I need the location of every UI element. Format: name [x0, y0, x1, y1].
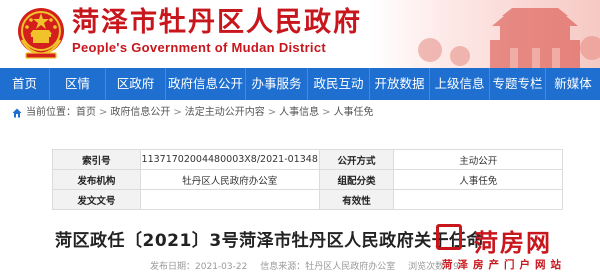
watermark-text: 菏房网: [474, 229, 552, 257]
nav-item-gov-info-disclosure[interactable]: 政府信息公开: [166, 68, 246, 100]
national-emblem-icon: [18, 8, 64, 59]
nav-item-home[interactable]: 首页: [0, 68, 50, 100]
index-number-value: 11371702004480003X8/2021-01348: [139, 149, 320, 170]
site-subtitle: People's Government of Mudan District: [72, 40, 327, 55]
breadcrumb-personnel-info[interactable]: 人事信息: [279, 103, 319, 123]
breadcrumb-separator: >: [267, 107, 277, 118]
breadcrumb-statutory-disclosure[interactable]: 法定主动公开内容: [185, 103, 265, 123]
heze-house-watermark: 菏房网 菏泽房产门户网站: [432, 220, 600, 276]
nav-item-special-topics[interactable]: 专题专栏: [490, 68, 546, 100]
table-row: 索引号 11371702004480003X8/2021-01348 公开方式 …: [52, 149, 563, 170]
category-label: 组配分类: [318, 169, 395, 190]
watermark-logo-icon: [436, 224, 462, 250]
breadcrumb-gov-info-disclosure[interactable]: 政府信息公开: [110, 103, 170, 123]
category-value: 人事任免: [393, 169, 563, 190]
nav-item-district-info[interactable]: 区情: [50, 68, 106, 100]
source-text: 信息来源：牡丹区人民政府办公室: [260, 262, 395, 272]
watermark-subtext: 菏泽房产门户网站: [442, 259, 566, 271]
breadcrumb: 当前位置： 首页 > 政府信息公开 > 法定主动公开内容 > 人事信息 > 人事…: [12, 103, 374, 123]
breadcrumb-separator: >: [173, 107, 182, 118]
main-nav: 首页 区情 区政府 政府信息公开 办事服务 政民互动 开放数据 上级信息 专题专…: [0, 68, 600, 100]
nav-item-services[interactable]: 办事服务: [246, 68, 308, 100]
disclosure-method-value: 主动公开: [393, 149, 563, 170]
breadcrumb-separator: >: [99, 107, 108, 118]
publish-date-value: 2021-03-22: [195, 262, 248, 272]
publish-date-label: 发布日期：: [150, 262, 196, 272]
publishing-agency-label: 发布机构: [52, 169, 141, 190]
validity-label: 有效性: [318, 189, 395, 210]
disclosure-method-label: 公开方式: [318, 149, 395, 170]
nav-item-interaction[interactable]: 政民互动: [308, 68, 370, 100]
validity-value: [393, 189, 563, 210]
nav-item-district-government[interactable]: 区政府: [106, 68, 166, 100]
document-number-label: 发文文号: [52, 189, 141, 210]
table-row: 发文文号 有效性: [52, 189, 563, 210]
table-row: 发布机构 牡丹区人民政府办公室 组配分类 人事任免: [52, 169, 563, 190]
breadcrumb-current-label: 当前位置：: [26, 107, 76, 118]
breadcrumb-separator: >: [322, 107, 331, 118]
site-header: 菏泽市牡丹区人民政府 People's Government of Mudan …: [0, 0, 600, 68]
document-number-value: [139, 189, 320, 210]
publish-date-text: 发布日期：2021-03-22: [150, 262, 247, 272]
nav-item-open-data[interactable]: 开放数据: [370, 68, 430, 100]
nav-item-new-media[interactable]: 新媒体: [546, 68, 600, 100]
source-value: 牡丹区人民政府办公室: [305, 262, 396, 272]
nav-item-higher-level-info[interactable]: 上级信息: [430, 68, 490, 100]
source-label: 信息来源：: [260, 262, 306, 272]
site-title: 菏泽市牡丹区人民政府: [72, 7, 362, 38]
document-info-table: 索引号 11371702004480003X8/2021-01348 公开方式 …: [52, 149, 563, 210]
publishing-agency-value: 牡丹区人民政府办公室: [139, 169, 320, 190]
tiananmen-decoration: [370, 0, 600, 68]
document-meta: 发布日期：2021-03-22 信息来源：牡丹区人民政府办公室 浏览次数：9: [150, 259, 469, 272]
index-number-label: 索引号: [52, 149, 141, 170]
home-icon: [12, 108, 22, 118]
document-title: 菏区政任〔2021〕3号菏泽市牡丹区人民政府关于任命: [55, 231, 485, 251]
breadcrumb-home[interactable]: 首页: [76, 103, 96, 123]
breadcrumb-appointments[interactable]: 人事任免: [334, 103, 374, 123]
